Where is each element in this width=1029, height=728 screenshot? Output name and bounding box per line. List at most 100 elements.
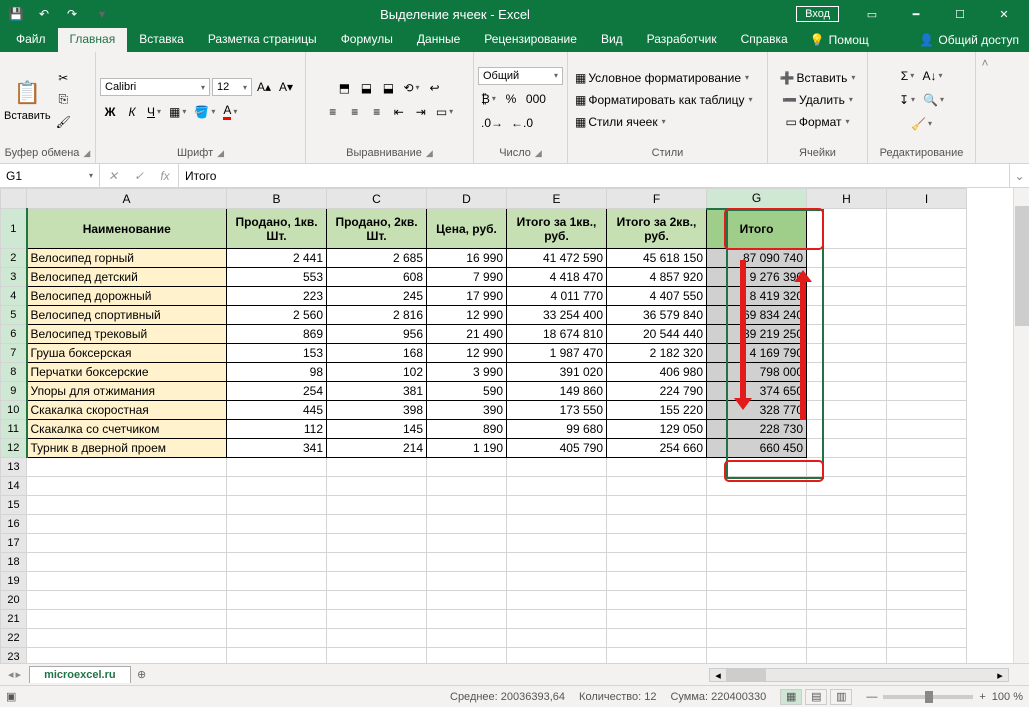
cell-C1[interactable]: Продано, 2кв. Шт. (327, 209, 427, 249)
cell-B7[interactable]: 153 (227, 344, 327, 363)
cell-D13[interactable] (427, 458, 507, 477)
hscroll-left-icon[interactable]: ◂ (710, 669, 726, 681)
cell-A17[interactable] (27, 534, 227, 553)
tab-view[interactable]: Вид (589, 28, 635, 52)
cell-I2[interactable] (887, 249, 967, 268)
record-macro-icon[interactable]: ▣ (6, 690, 16, 703)
cell-D19[interactable] (427, 572, 507, 591)
inc-decimal-icon[interactable]: .0→ (478, 113, 506, 133)
share-button[interactable]: 👤 Общий доступ (909, 28, 1029, 52)
cell-C17[interactable] (327, 534, 427, 553)
cell-E19[interactable] (507, 572, 607, 591)
cell-D18[interactable] (427, 553, 507, 572)
merge-icon[interactable]: ▭▾ (433, 102, 456, 122)
cell-F9[interactable]: 224 790 (607, 382, 707, 401)
accept-formula-icon[interactable]: ✓ (126, 169, 152, 183)
row-header-4[interactable]: 4 (1, 287, 27, 306)
cell-B8[interactable]: 98 (227, 363, 327, 382)
cell-C3[interactable]: 608 (327, 268, 427, 287)
cell-A23[interactable] (27, 648, 227, 664)
cell-H13[interactable] (807, 458, 887, 477)
cell-H17[interactable] (807, 534, 887, 553)
font-color-icon[interactable]: A▾ (220, 101, 240, 122)
col-header-F[interactable]: F (607, 189, 707, 209)
number-format-combo[interactable]: Общий▾ (478, 67, 563, 85)
cell-G8[interactable]: 798 000 (707, 363, 807, 382)
cell-H23[interactable] (807, 648, 887, 664)
format-cells-button[interactable]: ▭ Формат▾ (772, 112, 863, 132)
row-header-3[interactable]: 3 (1, 268, 27, 287)
align-top-icon[interactable]: ⬒ (334, 78, 354, 98)
save-icon[interactable]: 💾 (4, 4, 28, 24)
cell-G10[interactable]: 328 770 (707, 401, 807, 420)
col-header-B[interactable]: B (227, 189, 327, 209)
cell-C16[interactable] (327, 515, 427, 534)
tab-home[interactable]: Главная (58, 28, 128, 52)
cell-D15[interactable] (427, 496, 507, 515)
zoom-out-icon[interactable]: — (866, 691, 877, 703)
view-layout-icon[interactable]: ▤ (805, 689, 827, 705)
cell-B22[interactable] (227, 629, 327, 648)
cell-B5[interactable]: 2 560 (227, 306, 327, 325)
row-header-13[interactable]: 13 (1, 458, 27, 477)
cell-E12[interactable]: 405 790 (507, 439, 607, 458)
col-header-I[interactable]: I (887, 189, 967, 209)
row-header-22[interactable]: 22 (1, 629, 27, 648)
cell-B4[interactable]: 223 (227, 287, 327, 306)
cell-H14[interactable] (807, 477, 887, 496)
cell-H10[interactable] (807, 401, 887, 420)
row-header-8[interactable]: 8 (1, 363, 27, 382)
cell-C13[interactable] (327, 458, 427, 477)
cell-E18[interactable] (507, 553, 607, 572)
cell-E22[interactable] (507, 629, 607, 648)
tab-file[interactable]: Файл (4, 28, 58, 52)
cell-F5[interactable]: 36 579 840 (607, 306, 707, 325)
cell-B12[interactable]: 341 (227, 439, 327, 458)
font-name-combo[interactable]: Calibri▾ (100, 78, 210, 96)
cell-I9[interactable] (887, 382, 967, 401)
row-header-16[interactable]: 16 (1, 515, 27, 534)
cell-A4[interactable]: Велосипед дорожный (27, 287, 227, 306)
align-middle-icon[interactable]: ⬓ (356, 78, 376, 98)
cut-icon[interactable]: ✂ (53, 68, 74, 88)
qat-custom-icon[interactable]: ▾ (90, 4, 114, 24)
cancel-formula-icon[interactable]: ✕ (100, 169, 126, 183)
cell-A14[interactable] (27, 477, 227, 496)
wrap-text-icon[interactable]: ↩ (425, 78, 445, 98)
cell-F7[interactable]: 2 182 320 (607, 344, 707, 363)
cell-D1[interactable]: Цена, руб. (427, 209, 507, 249)
cell-G20[interactable] (707, 591, 807, 610)
row-header-21[interactable]: 21 (1, 610, 27, 629)
cell-C23[interactable] (327, 648, 427, 664)
comma-icon[interactable]: 000 (523, 89, 549, 109)
cell-A8[interactable]: Перчатки боксерские (27, 363, 227, 382)
cell-G12[interactable]: 660 450 (707, 439, 807, 458)
cell-C19[interactable] (327, 572, 427, 591)
cell-D20[interactable] (427, 591, 507, 610)
cell-C10[interactable]: 398 (327, 401, 427, 420)
cell-E8[interactable]: 391 020 (507, 363, 607, 382)
col-header-A[interactable]: A (27, 189, 227, 209)
maximize-icon[interactable]: ☐ (939, 0, 981, 28)
cell-D22[interactable] (427, 629, 507, 648)
cell-A3[interactable]: Велосипед детский (27, 268, 227, 287)
cell-F3[interactable]: 4 857 920 (607, 268, 707, 287)
cell-F4[interactable]: 4 407 550 (607, 287, 707, 306)
autosum-icon[interactable]: Σ▾ (897, 66, 917, 86)
tab-review[interactable]: Рецензирование (472, 28, 589, 52)
hscroll-right-icon[interactable]: ▸ (992, 669, 1008, 681)
currency-icon[interactable]: ₿▾ (478, 89, 499, 109)
cell-B10[interactable]: 445 (227, 401, 327, 420)
select-all[interactable] (1, 189, 27, 209)
row-header-18[interactable]: 18 (1, 553, 27, 572)
cell-A7[interactable]: Груша боксерская (27, 344, 227, 363)
cell-I17[interactable] (887, 534, 967, 553)
align-center-icon[interactable]: ≡ (345, 102, 365, 122)
cell-E3[interactable]: 4 418 470 (507, 268, 607, 287)
row-header-14[interactable]: 14 (1, 477, 27, 496)
cell-H19[interactable] (807, 572, 887, 591)
row-header-23[interactable]: 23 (1, 648, 27, 664)
cell-D10[interactable]: 390 (427, 401, 507, 420)
cell-G9[interactable]: 374 650 (707, 382, 807, 401)
cell-I19[interactable] (887, 572, 967, 591)
